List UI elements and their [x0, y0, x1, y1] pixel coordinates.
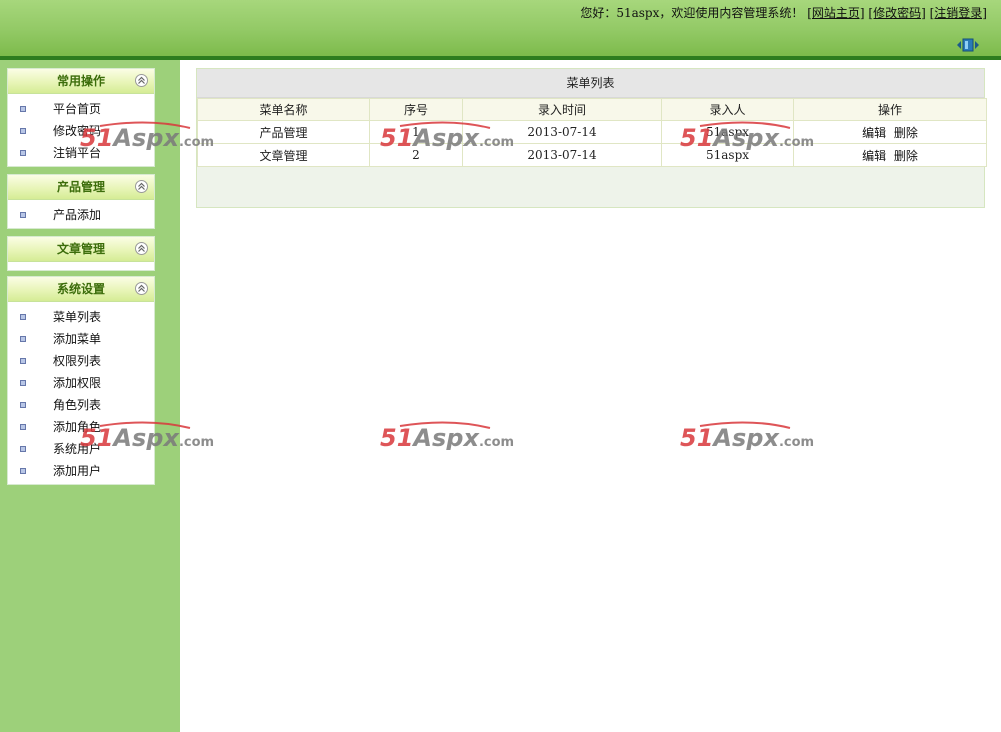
- delete-link[interactable]: 删除: [894, 126, 918, 140]
- sidebar-item-add-user[interactable]: 添加用户: [8, 460, 154, 482]
- sidebar-item-change-password[interactable]: 修改密码: [8, 120, 154, 142]
- cell-actions: 编辑 删除: [793, 120, 987, 144]
- menu-group-title: 常用操作: [56, 74, 105, 88]
- collapse-icon[interactable]: [135, 180, 148, 193]
- bullet-icon: [20, 446, 26, 452]
- sidebar: 常用操作 平台首页 修改密码 注销平台 产品管理 产品添加 文章管理 系统设置 …: [0, 60, 180, 732]
- cell-name: 产品管理: [197, 120, 370, 144]
- top-header: 您好：51aspx，欢迎使用内容管理系统！ [网站主页] [修改密码] [注销登…: [0, 0, 1001, 56]
- column-header-author: 录入人: [661, 98, 794, 121]
- column-header-name: 菜单名称: [197, 98, 370, 121]
- sidebar-item-add-permission[interactable]: 添加权限: [8, 372, 154, 394]
- menu-group-article: 文章管理: [7, 236, 155, 271]
- sidebar-item-label: 添加菜单: [53, 332, 102, 346]
- table-row: 产品管理 1 2013-07-14 51aspx 编辑 删除: [197, 120, 987, 144]
- edit-link[interactable]: 编辑: [862, 149, 886, 163]
- svg-text:51Aspx.com: 51Aspx.com: [680, 424, 814, 450]
- menu-group-product: 产品管理 产品添加: [7, 174, 155, 229]
- sidebar-item-add-role[interactable]: 添加角色: [8, 416, 154, 438]
- sidebar-item-label: 平台首页: [53, 102, 102, 116]
- cell-name: 文章管理: [197, 143, 370, 167]
- watermark-logo: 51Aspx.com: [680, 421, 814, 450]
- menu-group-common: 常用操作 平台首页 修改密码 注销平台: [7, 68, 155, 167]
- sidebar-item-label: 产品添加: [53, 208, 102, 222]
- cell-order: 1: [369, 120, 463, 144]
- sidebar-item-logout[interactable]: 注销平台: [8, 142, 154, 164]
- change-password-link[interactable]: [修改密码]: [868, 6, 925, 20]
- bullet-icon: [20, 358, 26, 364]
- top-user-bar: 您好：51aspx，欢迎使用内容管理系统！ [网站主页] [修改密码] [注销登…: [580, 5, 987, 21]
- bullet-icon: [20, 106, 26, 112]
- sidebar-item-add-product[interactable]: 产品添加: [8, 204, 154, 226]
- sidebar-item-label: 系统用户: [53, 442, 102, 456]
- collapse-icon[interactable]: [135, 282, 148, 295]
- menu-group-system: 系统设置 菜单列表 添加菜单 权限列表 添加权限 角色列表 添加角色 系统用户 …: [7, 276, 155, 485]
- greeting-suffix: ，欢迎使用内容管理系统！: [659, 6, 804, 20]
- bullet-icon: [20, 380, 26, 386]
- sidebar-item-label: 角色列表: [53, 398, 102, 412]
- sidebar-item-role-list[interactable]: 角色列表: [8, 394, 154, 416]
- cell-date: 2013-07-14: [462, 143, 662, 167]
- greeting-prefix: 您好：: [580, 6, 617, 20]
- sidebar-item-permission-list[interactable]: 权限列表: [8, 350, 154, 372]
- column-header-date: 录入时间: [462, 98, 662, 121]
- menu-group-title: 产品管理: [56, 180, 105, 194]
- bullet-icon: [20, 128, 26, 134]
- column-header-order: 序号: [369, 98, 463, 121]
- cell-actions: 编辑 删除: [793, 143, 987, 167]
- sidebar-item-label: 添加权限: [53, 376, 102, 390]
- bullet-icon: [20, 468, 26, 474]
- menu-group-header[interactable]: 产品管理: [8, 175, 154, 200]
- cell-author: 51aspx: [661, 143, 794, 167]
- svg-text:51Aspx.com: 51Aspx.com: [380, 424, 514, 450]
- menu-group-header[interactable]: 系统设置: [8, 277, 154, 302]
- collapse-icon[interactable]: [135, 242, 148, 255]
- edit-link[interactable]: 编辑: [862, 126, 886, 140]
- sidebar-item-system-users[interactable]: 系统用户: [8, 438, 154, 460]
- sidebar-item-add-menu[interactable]: 添加菜单: [8, 328, 154, 350]
- cell-order: 2: [369, 143, 463, 167]
- bullet-icon: [20, 336, 26, 342]
- home-link[interactable]: [网站主页]: [807, 6, 864, 20]
- panel-toggle-icon[interactable]: [955, 38, 981, 52]
- menu-list-panel: 菜单列表 菜单名称 序号 录入时间 录入人 操作 产品管理 1 2013-07-…: [196, 68, 987, 208]
- sidebar-item-label: 添加用户: [53, 464, 102, 478]
- menu-group-header[interactable]: 文章管理: [8, 237, 154, 262]
- sidebar-item-platform-home[interactable]: 平台首页: [8, 98, 154, 120]
- sidebar-item-label: 修改密码: [53, 124, 102, 138]
- delete-link[interactable]: 删除: [894, 149, 918, 163]
- sidebar-item-label: 添加角色: [53, 420, 102, 434]
- menu-group-title: 系统设置: [56, 282, 105, 296]
- menu-table: 菜单名称 序号 录入时间 录入人 操作 产品管理 1 2013-07-14 51…: [197, 98, 987, 167]
- bullet-icon: [20, 150, 26, 156]
- bullet-icon: [20, 212, 26, 218]
- bullet-icon: [20, 424, 26, 430]
- watermark-logo: 51Aspx.com: [380, 421, 514, 450]
- logout-link[interactable]: [注销登录]: [930, 6, 987, 20]
- table-header-row: 菜单名称 序号 录入时间 录入人 操作: [197, 98, 987, 121]
- bullet-icon: [20, 402, 26, 408]
- collapse-icon[interactable]: [135, 74, 148, 87]
- bullet-icon: [20, 314, 26, 320]
- sidebar-item-menu-list[interactable]: 菜单列表: [8, 306, 154, 328]
- menu-group-header[interactable]: 常用操作: [8, 69, 154, 94]
- greeting-username: 51aspx: [616, 6, 660, 20]
- cell-date: 2013-07-14: [462, 120, 662, 144]
- cell-author: 51aspx: [661, 120, 794, 144]
- sidebar-item-label: 注销平台: [53, 146, 102, 160]
- panel-title: 菜单列表: [197, 69, 984, 98]
- menu-group-title: 文章管理: [56, 242, 105, 256]
- sidebar-item-label: 菜单列表: [53, 310, 102, 324]
- sidebar-item-label: 权限列表: [53, 354, 102, 368]
- column-header-actions: 操作: [793, 98, 987, 121]
- table-row: 文章管理 2 2013-07-14 51aspx 编辑 删除: [197, 143, 987, 167]
